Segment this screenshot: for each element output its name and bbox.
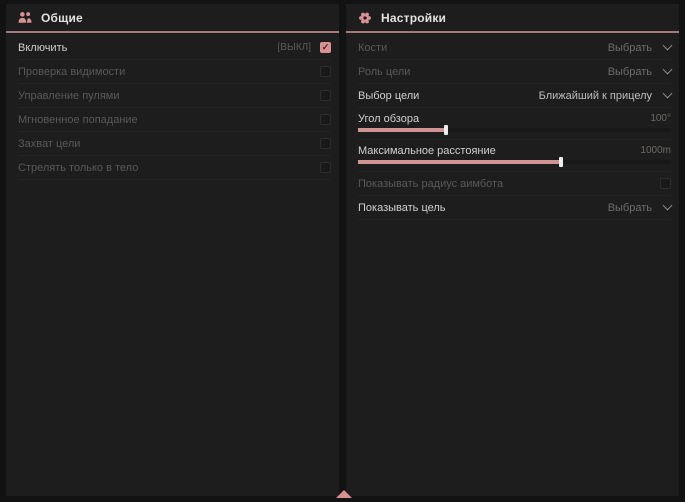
bones-dropdown[interactable]: Выбрать bbox=[608, 42, 671, 54]
row-enable-label: Включить bbox=[18, 42, 67, 54]
row-bones-label: Кости bbox=[358, 42, 387, 54]
general-panel-header: Общие bbox=[6, 4, 339, 33]
row-bullet-control: Управление пулями bbox=[18, 84, 331, 108]
scroll-up-indicator[interactable] bbox=[336, 490, 352, 498]
chevron-down-icon bbox=[663, 65, 673, 75]
general-rows: Включить [ВЫКЛ] Проверка видимости Управ… bbox=[6, 33, 339, 180]
row-body-only-label: Стрелять только в тело bbox=[18, 162, 138, 174]
row-target-lock-label: Захват цели bbox=[18, 138, 80, 150]
target-selection-dropdown-value: Ближайший к прицелу bbox=[539, 90, 652, 102]
row-max-distance: Максимальное расстояние 1000m bbox=[358, 140, 671, 172]
visibility-check-checkbox[interactable] bbox=[320, 66, 331, 77]
fov-slider-fill bbox=[358, 128, 446, 132]
row-fov: Угол обзора 100° bbox=[358, 108, 671, 140]
show-target-dropdown[interactable]: Выбрать bbox=[608, 202, 671, 214]
row-body-only: Стрелять только в тело bbox=[18, 156, 331, 180]
fov-value: 100° bbox=[650, 113, 671, 124]
max-distance-slider-handle[interactable] bbox=[559, 157, 563, 167]
row-instant-hit: Мгновенное попадание bbox=[18, 108, 331, 132]
settings-panel: Настройки Кости Выбрать Роль цели Выбрат… bbox=[346, 4, 679, 496]
row-max-distance-label: Максимальное расстояние bbox=[358, 145, 496, 157]
max-distance-slider[interactable] bbox=[358, 160, 671, 164]
row-target-role-label: Роль цели bbox=[358, 66, 410, 78]
body-only-checkbox[interactable] bbox=[320, 162, 331, 173]
target-role-dropdown-value: Выбрать bbox=[608, 66, 652, 78]
target-selection-dropdown[interactable]: Ближайший к прицелу bbox=[539, 90, 671, 102]
show-aimbot-radius-checkbox[interactable] bbox=[660, 178, 671, 189]
fov-slider[interactable] bbox=[358, 128, 671, 132]
target-role-dropdown[interactable]: Выбрать bbox=[608, 66, 671, 78]
general-panel-title: Общие bbox=[41, 11, 83, 25]
enable-checkbox[interactable] bbox=[320, 42, 331, 53]
settings-rows: Кости Выбрать Роль цели Выбрать Выбор це… bbox=[346, 33, 679, 220]
row-bones: Кости Выбрать bbox=[358, 36, 671, 60]
bullet-control-checkbox[interactable] bbox=[320, 90, 331, 101]
settings-panel-title: Настройки bbox=[381, 11, 446, 25]
row-show-target: Показывать цель Выбрать bbox=[358, 196, 671, 220]
max-distance-slider-fill bbox=[358, 160, 561, 164]
instant-hit-checkbox[interactable] bbox=[320, 114, 331, 125]
bones-dropdown-value: Выбрать bbox=[608, 42, 652, 54]
row-instant-hit-label: Мгновенное попадание bbox=[18, 114, 138, 126]
show-target-dropdown-value: Выбрать bbox=[608, 202, 652, 214]
row-target-selection-label: Выбор цели bbox=[358, 90, 419, 102]
row-fov-label: Угол обзора bbox=[358, 113, 419, 125]
row-enable-state: [ВЫКЛ] bbox=[278, 42, 311, 53]
row-visibility-check-label: Проверка видимости bbox=[18, 66, 125, 78]
row-show-aimbot-radius-label: Показывать радиус аимбота bbox=[358, 178, 503, 190]
row-show-target-label: Показывать цель bbox=[358, 202, 446, 214]
settings-panel-header: Настройки bbox=[346, 4, 679, 33]
chevron-down-icon bbox=[663, 201, 673, 211]
chevron-down-icon bbox=[663, 89, 673, 99]
general-panel: Общие Включить [ВЫКЛ] Проверка видимости… bbox=[6, 4, 339, 496]
row-enable: Включить [ВЫКЛ] bbox=[18, 36, 331, 60]
users-icon bbox=[18, 11, 32, 24]
row-bullet-control-label: Управление пулями bbox=[18, 90, 120, 102]
row-target-role: Роль цели Выбрать bbox=[358, 60, 671, 84]
row-target-selection: Выбор цели Ближайший к прицелу bbox=[358, 84, 671, 108]
gear-icon bbox=[358, 11, 372, 25]
max-distance-value: 1000m bbox=[640, 145, 671, 156]
chevron-down-icon bbox=[663, 41, 673, 51]
row-show-aimbot-radius: Показывать радиус аимбота bbox=[358, 172, 671, 196]
fov-slider-handle[interactable] bbox=[444, 125, 448, 135]
row-target-lock: Захват цели bbox=[18, 132, 331, 156]
target-lock-checkbox[interactable] bbox=[320, 138, 331, 149]
row-visibility-check: Проверка видимости bbox=[18, 60, 331, 84]
